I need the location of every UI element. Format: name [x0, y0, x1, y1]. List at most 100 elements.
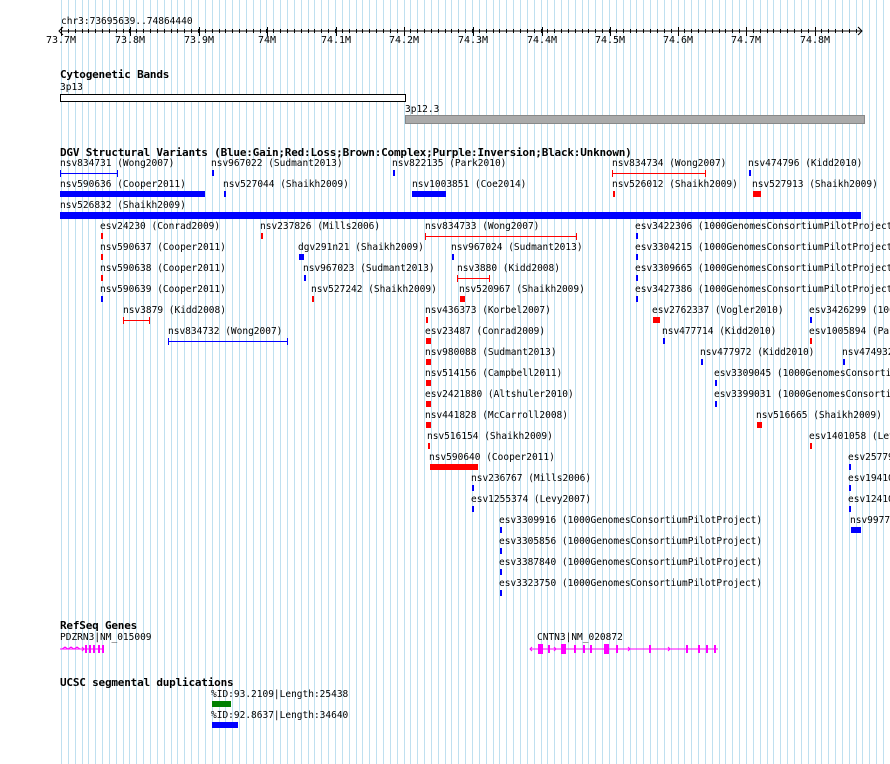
band-3p12-3[interactable] — [405, 115, 865, 124]
variant-bar[interactable] — [426, 380, 431, 386]
variant-bar[interactable] — [500, 590, 502, 596]
variant-bar[interactable] — [472, 485, 474, 491]
variant-bar[interactable] — [500, 569, 502, 575]
variant-bar[interactable] — [613, 191, 615, 197]
variant-bar[interactable] — [212, 170, 214, 176]
variant-label: nsv441828 (McCarroll2008) — [425, 410, 568, 421]
variant-bar[interactable] — [715, 401, 717, 407]
variant-bar[interactable] — [412, 191, 446, 197]
variant-bar[interactable] — [312, 296, 314, 302]
variant-label: nsv3879 (Kidd2008) — [123, 305, 226, 316]
variant-bar[interactable] — [60, 212, 861, 219]
variant-range[interactable] — [123, 317, 150, 324]
grid-line — [246, 0, 247, 764]
variant-bar[interactable] — [224, 191, 226, 197]
variant-bar[interactable] — [304, 275, 306, 281]
ruler-tick-label: 73.9M — [183, 35, 215, 46]
variant-label: nsv516665 (Shaikh2009) — [756, 410, 882, 421]
variant-bar[interactable] — [849, 485, 851, 491]
grid-line — [157, 0, 158, 764]
variant-label: esv3309916 (1000GenomesConsortiumPilotPr… — [499, 515, 763, 526]
variant-bar[interactable] — [851, 527, 861, 533]
variant-bar[interactable] — [426, 422, 431, 428]
band-3p13[interactable] — [60, 94, 406, 102]
variant-bar[interactable] — [472, 506, 474, 512]
grid-line — [273, 0, 274, 764]
variant-bar[interactable] — [426, 317, 428, 323]
variant-bar[interactable] — [653, 317, 660, 323]
variant-bar[interactable] — [101, 254, 103, 260]
variant-bar[interactable] — [810, 317, 812, 323]
variant-bar[interactable] — [101, 233, 103, 239]
variant-label: esv3422306 (1000GenomesConsortiumPilotPr… — [635, 221, 890, 232]
variant-label: esv3426299 (1000GenomesConsortiumPilotPr… — [809, 305, 890, 316]
grid-line — [123, 0, 124, 764]
variant-bar[interactable] — [101, 296, 103, 302]
segdup-bar-1[interactable] — [212, 701, 231, 707]
grid-line — [253, 0, 254, 764]
variant-label: esv2762337 (Vogler2010) — [652, 305, 784, 316]
variant-range[interactable] — [457, 275, 490, 282]
grid-line — [294, 0, 295, 764]
grid-line — [287, 0, 288, 764]
grid-line — [314, 0, 315, 764]
variant-label: nsv474932 (Kidd2010) — [842, 347, 890, 358]
variant-bar[interactable] — [636, 275, 638, 281]
variant-bar[interactable] — [810, 338, 812, 344]
variant-bar[interactable] — [393, 170, 395, 176]
variant-bar[interactable] — [663, 338, 665, 344]
variant-range[interactable] — [425, 233, 577, 240]
variant-range[interactable] — [168, 338, 288, 345]
variant-range[interactable] — [60, 170, 118, 177]
variant-label: nsv527913 (Shaikh2009) — [752, 179, 878, 190]
ruler-tick-label: 74.3M — [457, 35, 489, 46]
variant-label: esv3427386 (1000GenomesConsortiumPilotPr… — [635, 284, 890, 295]
segdup-bar-2[interactable] — [212, 722, 238, 728]
variant-bar[interactable] — [753, 191, 761, 197]
variant-bar[interactable] — [430, 464, 478, 470]
variant-bar[interactable] — [757, 422, 762, 428]
ruler-tick-label: 74.6M — [662, 35, 694, 46]
variant-bar[interactable] — [426, 359, 431, 365]
variant-bar[interactable] — [426, 401, 431, 407]
variant-bar[interactable] — [101, 275, 103, 281]
variant-range[interactable] — [612, 170, 706, 177]
variant-bar[interactable] — [849, 506, 851, 512]
variant-label: nsv967023 (Sudmant2013) — [303, 263, 435, 274]
grid-line — [150, 0, 151, 764]
variant-bar[interactable] — [460, 296, 465, 302]
variant-label: nsv514156 (Campbell2011) — [425, 368, 563, 379]
variant-label: nsv237826 (Mills2006) — [260, 221, 381, 232]
variant-bar[interactable] — [500, 527, 502, 533]
variant-bar[interactable] — [261, 233, 263, 239]
variant-label: esv3305856 (1000GenomesConsortiumPilotPr… — [499, 536, 763, 547]
ruler-tick-label: 74M — [257, 35, 277, 46]
variant-label: esv24230 (Conrad2009) — [100, 221, 221, 232]
ruler-tick-label: 74.8M — [799, 35, 831, 46]
variant-bar[interactable] — [749, 170, 751, 176]
variant-bar[interactable] — [299, 254, 304, 260]
variant-bar[interactable] — [849, 464, 851, 470]
grid-line — [356, 0, 357, 764]
ruler-tick-label: 73.7M — [45, 35, 77, 46]
variant-bar[interactable] — [715, 380, 717, 386]
genome-browser-canvas[interactable]: chr3:73695639..74864440 73.7M 73.8M 73.9M 7… — [0, 0, 890, 764]
variant-bar[interactable] — [60, 191, 205, 197]
variant-bar[interactable] — [452, 254, 454, 260]
variant-bar[interactable] — [428, 443, 430, 449]
variant-bar[interactable] — [636, 233, 638, 239]
variant-bar[interactable] — [500, 548, 502, 554]
variant-label: esv1401058 (Levy2007) — [809, 431, 890, 442]
variant-bar[interactable] — [426, 338, 431, 344]
variant-bar[interactable] — [636, 296, 638, 302]
variant-label: esv3399031 (1000GenomesConsortiumPilotPr… — [714, 389, 890, 400]
variant-label: nsv997744 (Sudmant2013) — [850, 515, 890, 526]
gene-cntn3[interactable] — [528, 642, 722, 656]
variant-bar[interactable] — [636, 254, 638, 260]
variant-label: nsv526832 (Shaikh2009) — [60, 200, 186, 211]
variant-bar[interactable] — [843, 359, 845, 365]
grid-line — [136, 0, 137, 764]
gene-pdzrn3[interactable] — [58, 642, 108, 656]
variant-bar[interactable] — [810, 443, 812, 449]
variant-bar[interactable] — [701, 359, 703, 365]
